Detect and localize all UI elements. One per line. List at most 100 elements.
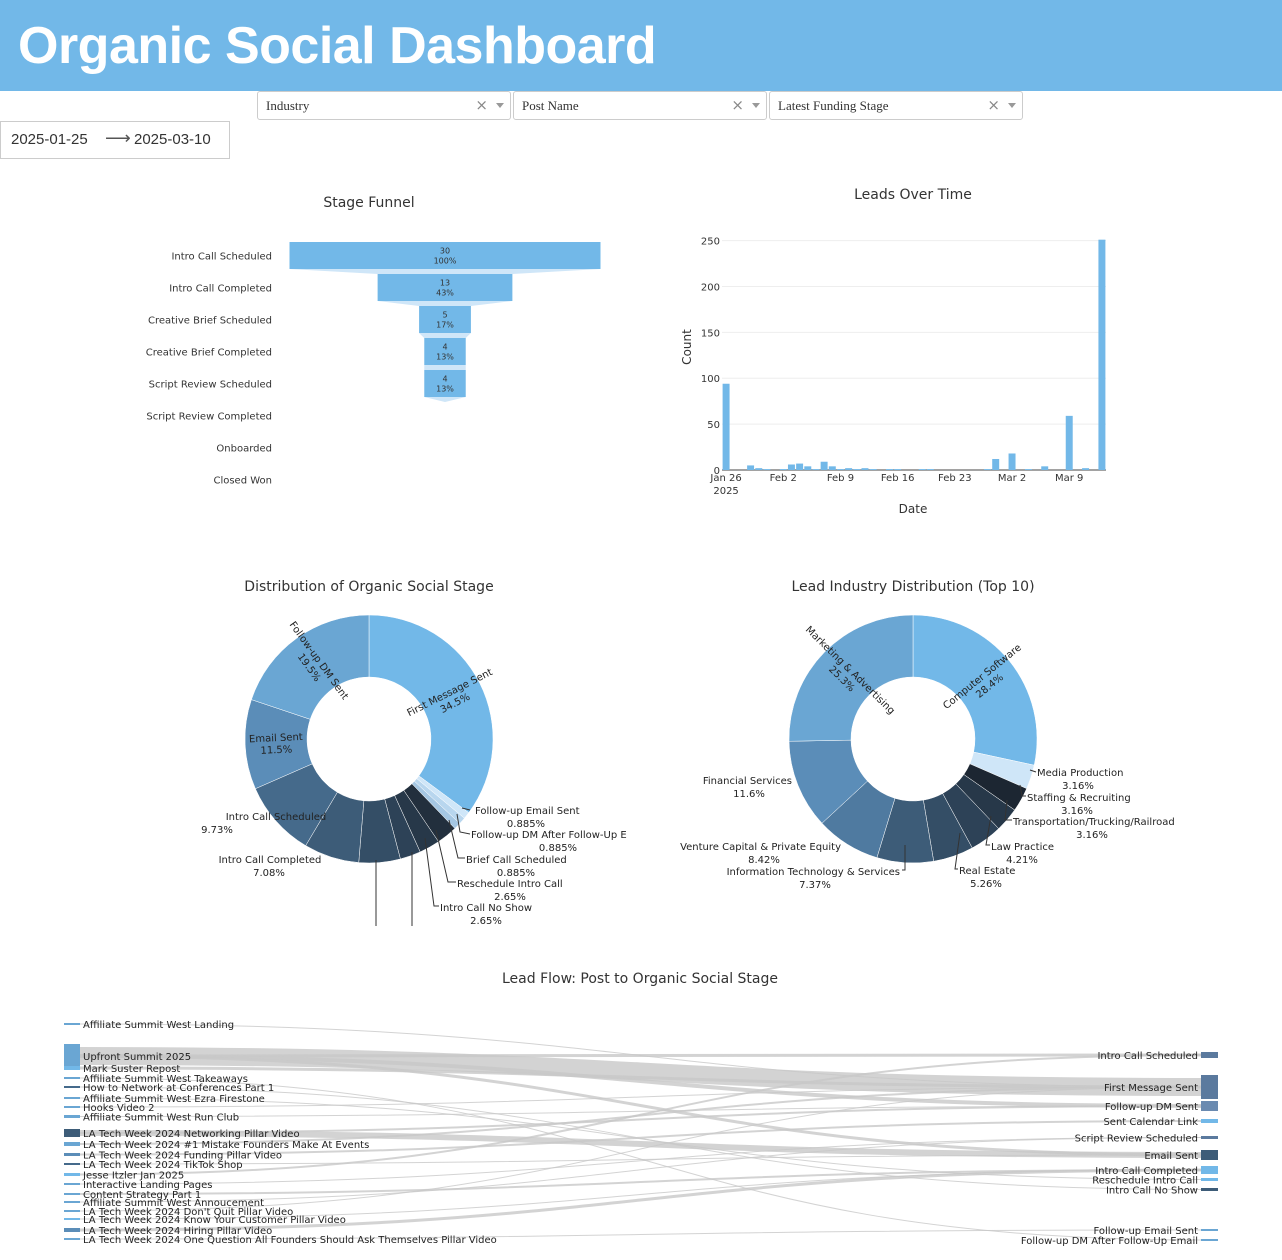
arrow-right-icon: ⟶ xyxy=(105,128,131,148)
funnel-percent-label: 100% xyxy=(434,257,457,266)
sankey-source-node xyxy=(64,1173,80,1176)
pie-slice-label: Follow-up DM After Follow-Up E xyxy=(471,830,627,841)
sankey-source-label: LA Tech Week 2024 TikTok Shop xyxy=(83,1160,243,1171)
chart-title: Leads Over Time xyxy=(854,187,972,203)
sankey-source-node xyxy=(64,1193,80,1195)
x-tick-label: Jan 26 xyxy=(709,473,741,484)
dashboard-header: Organic Social Dashboard xyxy=(0,0,1282,91)
funnel-value-label: 4 xyxy=(442,343,447,352)
clear-icon[interactable]: × xyxy=(987,96,1000,114)
industry-pie-chart: Lead Industry Distribution (Top 10) Comp… xyxy=(680,579,1175,891)
pie-slice-percent: 9.73% xyxy=(201,825,233,836)
pie-slice-label: Intro Call Completed xyxy=(219,855,322,866)
sankey-source-node xyxy=(64,1142,80,1146)
funnel-category-label: Creative Brief Scheduled xyxy=(148,316,272,327)
leads-bar xyxy=(984,469,992,470)
funnel-connector xyxy=(424,365,466,370)
sankey-source-node xyxy=(64,1228,80,1232)
end-date-input[interactable]: 2025-03-10 xyxy=(134,131,211,148)
leads-bar xyxy=(1082,468,1090,470)
pie-slice-percent: 2.65% xyxy=(470,916,502,927)
pie-slice-label: Real Estate xyxy=(959,866,1015,877)
leads-bar xyxy=(747,465,755,470)
leads-bar xyxy=(886,469,893,470)
leads-bar xyxy=(836,469,844,470)
pie-slice-percent: 0.885% xyxy=(507,819,545,830)
funnel-percent-label: 13% xyxy=(436,353,454,362)
funnel-value-label: 30 xyxy=(440,247,450,256)
chevron-down-icon[interactable] xyxy=(752,103,760,108)
funnel-connector xyxy=(419,333,471,338)
chart-title: Lead Flow: Post to Organic Social Stage xyxy=(502,971,778,987)
chevron-down-icon[interactable] xyxy=(496,103,504,108)
leads-bar xyxy=(1008,453,1016,470)
x-tick-label: Mar 2 xyxy=(998,473,1026,484)
sankey-target-label: Follow-up DM After Follow-Up Email xyxy=(1021,1236,1198,1247)
leads-bar xyxy=(828,466,836,470)
leads-bar xyxy=(787,464,795,470)
funnel-connector xyxy=(289,269,601,274)
sankey-source-label: Affiliate Summit West Landing xyxy=(83,1020,234,1031)
sankey-source-label: LA Tech Week 2024 Networking Pillar Vide… xyxy=(83,1129,300,1140)
x-tick-label: Feb 16 xyxy=(881,473,915,484)
sankey-source-node xyxy=(64,1129,80,1137)
sankey-target-label: First Message Sent xyxy=(1104,1083,1198,1094)
funnel-value-label: 13 xyxy=(440,279,450,288)
clear-icon[interactable]: × xyxy=(731,96,744,114)
funding-stage-dropdown[interactable]: Latest Funding Stage × xyxy=(769,91,1023,120)
sankey-source-node xyxy=(64,1115,80,1118)
pie-slice-label: Law Practice xyxy=(991,842,1054,853)
leads-bar xyxy=(722,383,730,470)
sankey-source-label: LA Tech Week 2024 One Question All Found… xyxy=(83,1235,497,1246)
sankey-target-node xyxy=(1201,1101,1218,1111)
sankey-source-node xyxy=(64,1163,80,1165)
sankey-source-node xyxy=(64,1086,80,1088)
leads-bar xyxy=(894,469,902,470)
sankey-source-node xyxy=(64,1097,80,1099)
pie-slice-percent: 5.26% xyxy=(970,879,1002,890)
funnel-percent-label: 43% xyxy=(436,289,454,298)
pie-slice-label: Intro Call No Show xyxy=(440,903,532,914)
sankey-source-node xyxy=(64,1023,80,1025)
sankey-source-node xyxy=(64,1238,80,1240)
pie-slice-percent: 7.37% xyxy=(799,880,831,891)
leads-bar xyxy=(1098,239,1106,470)
leads-bar xyxy=(918,469,926,470)
pie-slice-label: Staffing & Recruiting xyxy=(1027,793,1131,804)
sankey-source-label: LA Tech Week 2024 Know Your Customer Pil… xyxy=(83,1215,346,1226)
sankey-target-node xyxy=(1201,1188,1218,1191)
organic-stage-pie-chart: Distribution of Organic Social Stage Fir… xyxy=(201,579,627,927)
leads-bar xyxy=(861,468,869,470)
y-tick-label: 100 xyxy=(701,374,720,385)
sankey-source-label: How to Network at Conferences Part 1 xyxy=(83,1083,274,1094)
clear-icon[interactable]: × xyxy=(475,96,488,114)
pie-slice-label: Intro Call Scheduled xyxy=(226,812,327,823)
chevron-down-icon[interactable] xyxy=(1008,103,1016,108)
pie-slice-percent: 3.16% xyxy=(1062,781,1094,792)
funnel-value-label: 5 xyxy=(442,311,447,320)
x-tick-label: Feb 9 xyxy=(827,473,854,484)
pie-slice-percent: 4.21% xyxy=(1006,855,1038,866)
post-name-dropdown[interactable]: Post Name × xyxy=(513,91,767,120)
lead-flow-sankey-chart: Lead Flow: Post to Organic Social Stage … xyxy=(64,971,1218,1247)
sankey-target-node xyxy=(1201,1136,1218,1139)
leads-bar xyxy=(796,463,804,470)
funnel-connector xyxy=(424,397,466,402)
leads-bar xyxy=(1024,469,1032,470)
pie-slice-label: Brief Call Scheduled xyxy=(466,855,567,866)
sankey-target-node xyxy=(1201,1150,1218,1160)
start-date-input[interactable]: 2025-01-25 xyxy=(11,131,88,148)
funnel-value-label: 4 xyxy=(442,375,447,384)
chart-title: Stage Funnel xyxy=(323,195,414,211)
leads-bar xyxy=(779,469,787,470)
leads-bar xyxy=(812,469,820,470)
leads-bar xyxy=(869,469,877,470)
funnel-category-label: Script Review Completed xyxy=(146,412,272,423)
industry-dropdown[interactable]: Industry × xyxy=(257,91,511,120)
leads-bar xyxy=(845,468,853,470)
date-range-picker[interactable]: 2025-01-25 ⟶ 2025-03-10 xyxy=(0,121,230,159)
leads-bar xyxy=(804,466,812,470)
sankey-source-label: LA Tech Week 2024 #1 Mistake Founders Ma… xyxy=(83,1140,369,1151)
sankey-source-node xyxy=(64,1210,80,1212)
x-axis-label: Date xyxy=(899,502,928,516)
